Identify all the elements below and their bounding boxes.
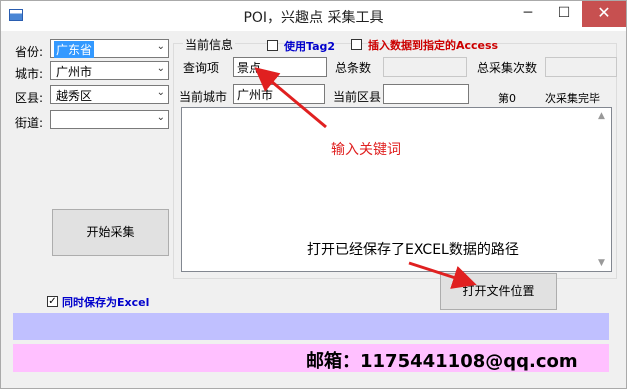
status-bar — [13, 313, 609, 340]
email-label: 邮箱：1175441108@qq.com — [306, 351, 578, 372]
excel-path-arrow — [408, 261, 477, 289]
main-window: POI，兴趣点 采集工具 ─ ☐ ✕ 省份: 广东省 ⌄ 城市: 广州市 ⌄ 区… — [0, 0, 627, 389]
keyword-arrow — [254, 67, 327, 129]
